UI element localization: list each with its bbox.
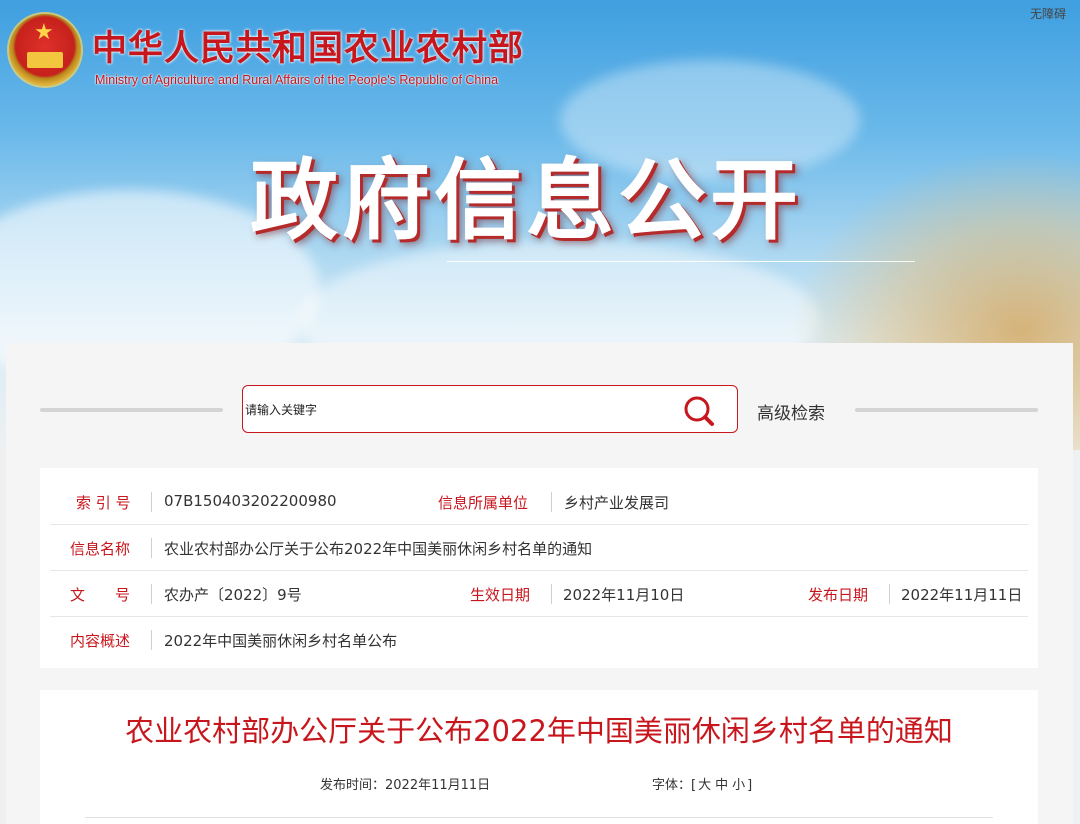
font-small-button[interactable]: 小 xyxy=(732,778,745,793)
accessibility-link[interactable]: 无障碍 xyxy=(1030,5,1066,22)
divider-line xyxy=(40,408,223,412)
info-metadata-table: 索 引 号 07B150403202200980 信息所属单位 乡村产业发展司 … xyxy=(40,468,1038,668)
separator xyxy=(551,492,552,512)
doc-number-label: 文 号 xyxy=(70,586,131,604)
font-size-control: 字体：[大中小] xyxy=(652,774,752,793)
separator xyxy=(151,584,152,604)
effective-date-label: 生效日期 xyxy=(470,586,531,604)
font-large-button[interactable]: 大 xyxy=(698,778,711,793)
separator xyxy=(151,630,152,650)
index-value: 07B150403202200980 xyxy=(164,492,337,510)
unit-value: 乡村产业发展司 xyxy=(564,494,670,512)
publish-time: 发布时间：2022年11月11日 xyxy=(320,778,491,793)
ministry-name-en: Ministry of Agriculture and Rural Affair… xyxy=(95,73,499,87)
advanced-search-link[interactable]: 高级检索 xyxy=(757,399,825,424)
bracket-close: ] xyxy=(747,778,753,793)
meta-row-doc: 文 号 农办产〔2022〕9号 生效日期 2022年11月10日 发布日期 20… xyxy=(50,570,1028,617)
separator xyxy=(889,584,890,604)
divider-line xyxy=(855,408,1038,412)
separator xyxy=(151,492,152,512)
search-icon[interactable] xyxy=(679,392,719,428)
separator xyxy=(551,584,552,604)
meta-row-name: 信息名称 农业农村部办公厅关于公布2022年中国美丽休闲乡村名单的通知 xyxy=(50,524,1028,571)
publish-date-value: 2022年11月11日 xyxy=(901,586,1023,604)
national-emblem-icon[interactable]: ★ xyxy=(9,14,81,86)
font-size-label: 字体： xyxy=(652,778,692,793)
effective-date-value: 2022年11月10日 xyxy=(563,586,685,604)
summary-label: 内容概述 xyxy=(70,632,131,650)
doc-number-value: 农办产〔2022〕9号 xyxy=(164,586,302,604)
separator xyxy=(151,538,152,558)
meta-row-index: 索 引 号 07B150403202200980 信息所属单位 乡村产业发展司 xyxy=(50,478,1028,525)
bracket-open: [ xyxy=(691,778,697,793)
name-label: 信息名称 xyxy=(70,540,131,558)
search-bar: 高级检索 xyxy=(40,385,1038,435)
banner-title: 政府信息公开 xyxy=(250,149,803,252)
publish-date-label: 发布日期 xyxy=(808,586,869,604)
summary-value: 2022年中国美丽休闲乡村名单公布 xyxy=(164,632,398,650)
search-input[interactable] xyxy=(245,398,665,422)
unit-label: 信息所属单位 xyxy=(438,494,529,512)
ministry-name-cn[interactable]: 中华人民共和国农业农村部 xyxy=(92,20,524,71)
banner-title-underline xyxy=(447,261,915,262)
font-medium-button[interactable]: 中 xyxy=(715,778,728,793)
index-label: 索 引 号 xyxy=(76,494,131,512)
name-value: 农业农村部办公厅关于公布2022年中国美丽休闲乡村名单的通知 xyxy=(164,540,593,558)
search-box xyxy=(242,385,738,433)
article-card: 农业农村部办公厅关于公布2022年中国美丽休闲乡村名单的通知 发布时间：2022… xyxy=(40,690,1038,824)
divider-line xyxy=(85,817,993,818)
article-title: 农业农村部办公厅关于公布2022年中国美丽休闲乡村名单的通知 xyxy=(125,714,953,748)
meta-row-summary: 内容概述 2022年中国美丽休闲乡村名单公布 xyxy=(50,616,1028,662)
